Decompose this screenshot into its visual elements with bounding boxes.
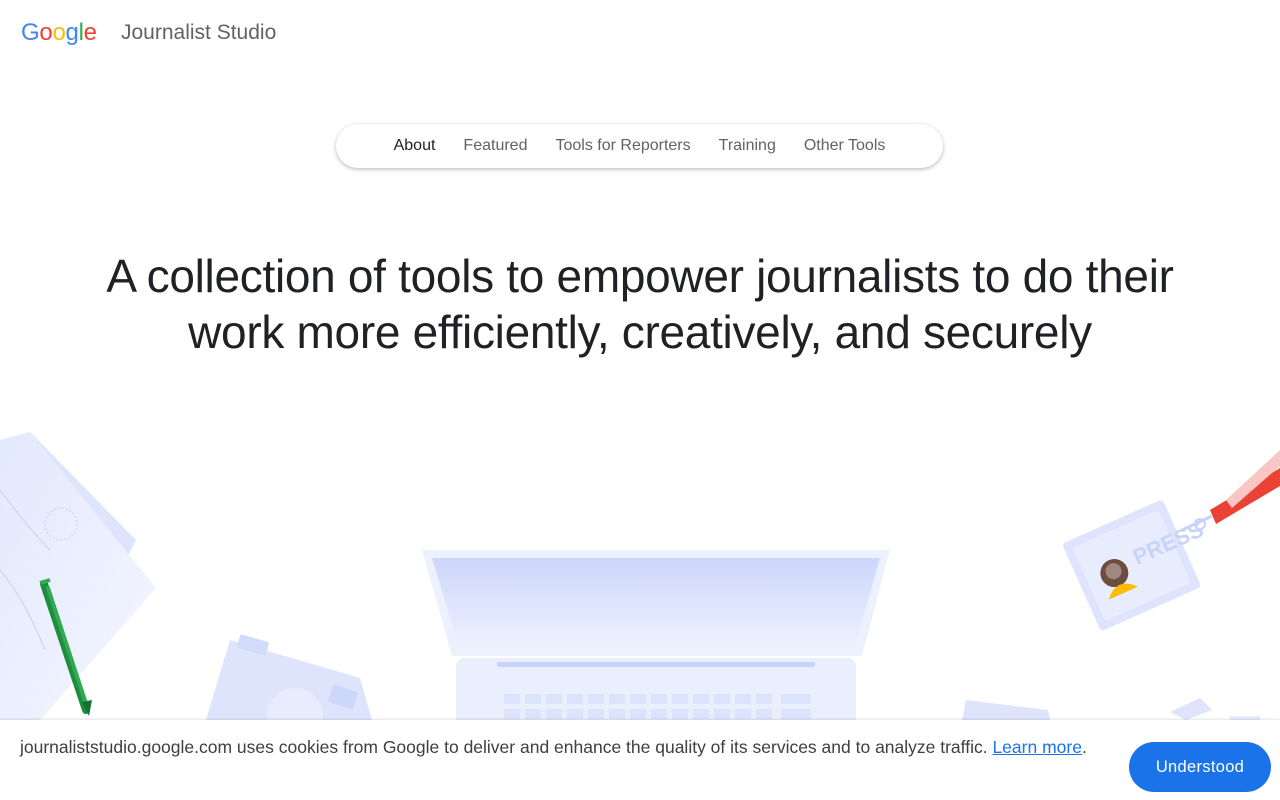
cookie-banner: journaliststudio.google.com uses cookies…	[0, 720, 1280, 800]
press-badge-icon: PRESS	[1063, 500, 1207, 631]
logo-letter: o	[39, 19, 53, 46]
nav-item-about[interactable]: About	[380, 124, 450, 168]
learn-more-link[interactable]: Learn more	[992, 737, 1082, 757]
site-header: Google Journalist Studio	[0, 0, 1280, 66]
cookie-message: journaliststudio.google.com uses cookies…	[20, 733, 1090, 761]
tablet-icon	[962, 698, 1260, 720]
nav-item-training[interactable]: Training	[705, 124, 790, 168]
product-name[interactable]: Journalist Studio	[121, 20, 276, 46]
logo-letter: o	[52, 19, 66, 46]
cookie-message-trailing: .	[1081, 737, 1087, 757]
hero-title: A collection of tools to empower journal…	[106, 250, 1174, 358]
section-nav: About Featured Tools for Reporters Train…	[336, 124, 943, 168]
hero-illustration: PRESS	[0, 432, 1280, 720]
cookie-message-text: journaliststudio.google.com uses cookies…	[20, 737, 993, 757]
logo-letter: g	[65, 19, 79, 46]
google-logo[interactable]: Google	[21, 18, 97, 48]
logo-letter: e	[83, 19, 97, 46]
camera-icon	[206, 634, 372, 720]
laptop-icon	[422, 550, 890, 720]
nav-item-other-tools[interactable]: Other Tools	[790, 124, 900, 168]
understood-button[interactable]: Understood	[1129, 742, 1271, 792]
nav-item-tools-for-reporters[interactable]: Tools for Reporters	[541, 124, 704, 168]
nav-item-featured[interactable]: Featured	[449, 124, 541, 168]
logo-letter: G	[21, 19, 40, 46]
